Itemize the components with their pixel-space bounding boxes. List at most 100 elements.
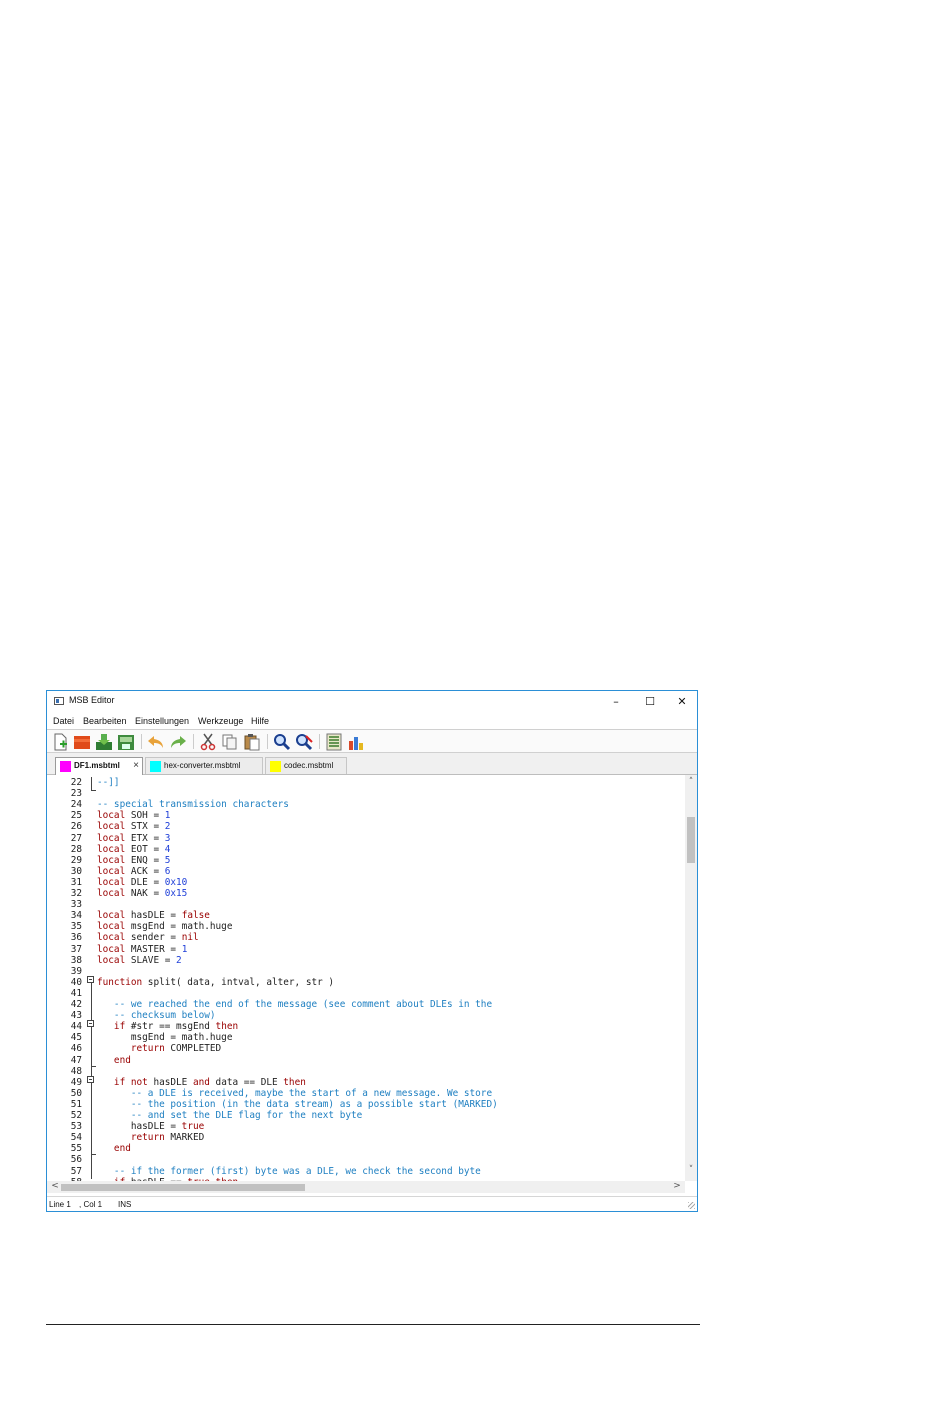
code-text: -- if the former (first) byte was a DLE,… [97,1166,481,1177]
menu-datei[interactable]: Datei [53,716,74,726]
tab-label: hex-converter.msbtml [164,761,241,770]
code-line[interactable]: 33 [47,899,685,910]
code-line[interactable]: 56 [47,1154,685,1165]
code-line[interactable]: 37 local MASTER = 1 [47,944,685,955]
code-line[interactable]: 49 if not hasDLE and data == DLE then [47,1077,685,1088]
scroll-left-arrow[interactable]: < [49,1181,61,1191]
code-line[interactable]: 32 local NAK = 0x15 [47,888,685,899]
code-token: 1 [164,810,171,822]
tab-close-icon[interactable]: × [133,760,139,771]
code-line[interactable]: 31 local DLE = 0x10 [47,877,685,888]
toolbar-separator [193,734,194,749]
status-mode: INS [118,1200,132,1209]
paste-icon[interactable] [243,733,261,751]
code-line[interactable]: 52 -- and set the DLE flag for the next … [47,1110,685,1121]
code-line[interactable]: 48 [47,1066,685,1077]
tab-df1[interactable]: DF1.msbtml × [55,757,143,775]
code-line[interactable]: 29 local ENQ = 5 [47,855,685,866]
code-line[interactable]: 34 local hasDLE = false [47,910,685,921]
code-token: -- a DLE is received, maybe the start of… [97,1087,493,1099]
scroll-right-arrow[interactable]: > [671,1181,683,1191]
code-line[interactable]: 24 -- special transmission characters [47,799,685,810]
undo-icon[interactable] [147,733,165,751]
code-line[interactable]: 39 [47,966,685,977]
code-text: return MARKED [97,1132,204,1143]
scroll-down-arrow[interactable]: ˅ [685,1165,697,1175]
code-line[interactable]: 35 local msgEnd = math.huge [47,921,685,932]
line-number: 29 [70,854,82,866]
minimize-button[interactable]: – [601,693,631,711]
save-icon[interactable] [95,733,113,751]
new-file-icon[interactable] [51,733,69,751]
code-line[interactable]: 41 [47,988,685,999]
code-line[interactable]: 22 --]] [47,777,685,788]
code-token: return [97,1043,165,1055]
title-bar[interactable]: MSB Editor – ☐ ✕ [47,691,697,713]
copy-icon[interactable] [221,733,239,751]
code-line[interactable]: 30 local ACK = 6 [47,866,685,877]
tools-icon[interactable] [347,733,365,751]
close-button[interactable]: ✕ [667,693,697,711]
line-number: 32 [70,888,82,899]
code-token: local [97,821,126,833]
code-token: local [97,954,126,966]
horizontal-scrollbar[interactable]: < > [47,1181,685,1193]
find-icon[interactable] [273,733,291,751]
vertical-scrollbar[interactable]: ˄ ˅ [685,775,697,1181]
resize-grip-icon[interactable] [688,1202,695,1209]
code-line[interactable]: 55 end [47,1143,685,1154]
tab-codec[interactable]: codec.msbtml [265,757,347,774]
code-line[interactable]: 50 -- a DLE is received, maybe the start… [47,1088,685,1099]
code-line[interactable]: 25 local SOH = 1 [47,810,685,821]
code-line[interactable]: 26 local STX = 2 [47,821,685,832]
horizontal-scroll-thumb[interactable] [61,1184,305,1191]
code-line[interactable]: 43 -- checksum below) [47,1010,685,1021]
code-line[interactable]: 46 return COMPLETED [47,1043,685,1054]
code-line[interactable]: 38 local SLAVE = 2 [47,955,685,966]
code-line[interactable]: 53 hasDLE = true [47,1121,685,1132]
code-token: MARKED [164,1132,205,1144]
code-text: return COMPLETED [97,1043,221,1054]
menu-hilfe[interactable]: Hilfe [251,716,269,726]
code-token: 6 [164,865,171,877]
line-number: 35 [70,921,82,933]
redo-icon[interactable] [169,733,187,751]
code-line[interactable]: 47 end [47,1055,685,1066]
code-line[interactable]: 23 [47,788,685,799]
code-line[interactable]: 57 -- if the former (first) byte was a D… [47,1166,685,1177]
code-token: split( data, intval, alter, str ) [142,976,335,988]
code-text: hasDLE = true [97,1121,204,1132]
menu-werkzeuge[interactable]: Werkzeuge [198,716,243,726]
line-number: 54 [70,1132,82,1144]
vertical-scroll-thumb[interactable] [687,817,695,863]
tab-hex-converter[interactable]: hex-converter.msbtml [145,757,263,774]
code-text: local ENQ = 5 [97,855,170,866]
list-icon[interactable] [325,733,343,751]
code-token: -- checksum below) [97,1010,216,1022]
code-text: if not hasDLE and data == DLE then [97,1077,306,1088]
cut-icon[interactable] [199,733,217,751]
code-line[interactable]: 36 local sender = nil [47,932,685,943]
code-editor[interactable]: 22 --]] 23 24 -- special transmission charac… [47,775,685,1181]
code-line[interactable]: 54 return MARKED [47,1132,685,1143]
app-icon [54,697,64,705]
code-line[interactable]: 28 local EOT = 4 [47,844,685,855]
scroll-up-arrow[interactable]: ˄ [685,777,697,787]
code-token: DLE = [125,876,165,888]
code-line[interactable]: 51 -- the position (in the data stream) … [47,1099,685,1110]
menu-bearbeiten[interactable]: Bearbeiten [83,716,127,726]
tab-color-swatch [270,761,281,772]
code-line[interactable]: 44 if #str == msgEnd then [47,1021,685,1032]
code-line[interactable]: 40 function split( data, intval, alter, s… [47,977,685,988]
save-all-icon[interactable] [117,733,135,751]
code-token: local [97,832,126,844]
replace-icon[interactable] [295,733,313,751]
code-text: msgEnd = math.huge [97,1032,233,1043]
code-line[interactable]: 27 local ETX = 3 [47,833,685,844]
code-text: function split( data, intval, alter, str… [97,977,334,988]
code-line[interactable]: 45 msgEnd = math.huge [47,1032,685,1043]
open-folder-icon[interactable] [73,733,91,751]
code-line[interactable]: 42 -- we reached the end of the message … [47,999,685,1010]
maximize-button[interactable]: ☐ [635,693,665,711]
menu-einstellungen[interactable]: Einstellungen [135,716,189,726]
